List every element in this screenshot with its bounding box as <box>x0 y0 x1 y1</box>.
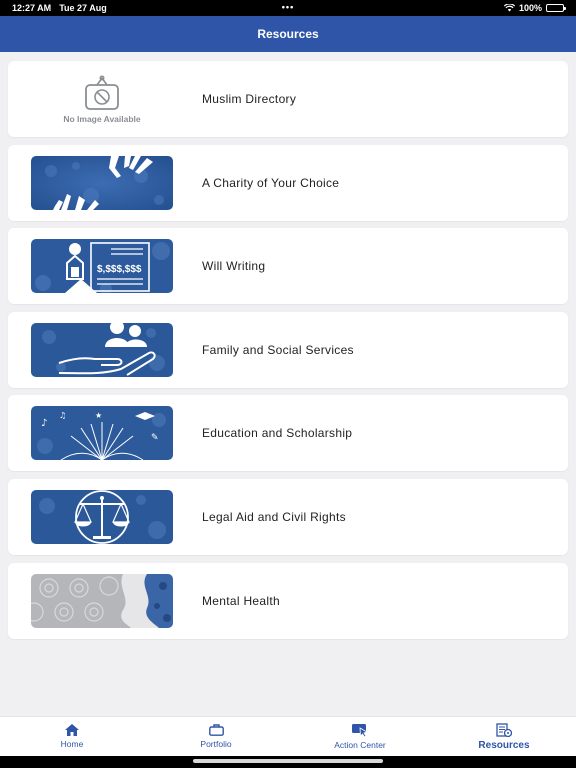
resource-card-education[interactable]: ♪ ♫ ✎ ★ Education and Scholarship <box>8 395 568 472</box>
resource-label: Mental Health <box>202 593 280 608</box>
tab-label: Resources <box>478 739 530 751</box>
multitasking-dots[interactable]: ••• <box>0 2 576 12</box>
tab-portfolio[interactable]: Portfolio <box>144 717 288 756</box>
resource-list: No Image Available Muslim Directory A Ch… <box>8 61 568 646</box>
resource-label: Muslim Directory <box>202 92 297 106</box>
no-image-placeholder: No Image Available <box>31 69 173 129</box>
svg-text:$,$$$,$$$: $,$$$,$$$ <box>97 264 142 275</box>
no-image-text: No Image Available <box>63 113 141 124</box>
resources-icon <box>496 722 512 737</box>
tab-bar: Home Portfolio Action Center Resources <box>0 716 576 756</box>
home-icon <box>65 724 79 736</box>
family-care-icon <box>31 322 173 377</box>
resource-card-mental-health[interactable]: Mental Health <box>8 562 568 639</box>
tab-resources[interactable]: Resources <box>432 717 576 756</box>
resource-label: Legal Aid and Civil Rights <box>202 509 346 524</box>
resource-card-muslim-directory[interactable]: No Image Available Muslim Directory <box>8 61 568 137</box>
tab-action-center[interactable]: Action Center <box>288 717 432 756</box>
education-book-icon: ♪ ♫ ✎ ★ <box>31 406 173 461</box>
resource-label: A Charity of Your Choice <box>202 175 340 190</box>
resource-card-family-social[interactable]: Family and Social Services <box>8 311 568 388</box>
battery-icon <box>546 4 566 12</box>
tab-home[interactable]: Home <box>0 717 144 756</box>
tab-label: Home <box>60 739 84 749</box>
resource-card-legal-aid[interactable]: Legal Aid and Civil Rights <box>8 478 568 555</box>
no-image-icon <box>85 75 119 110</box>
svg-text:★: ★ <box>95 411 102 420</box>
resource-label: Family and Social Services <box>202 342 354 357</box>
status-bar: 12:27 AM Tue 27 Aug ••• 100% <box>0 0 576 16</box>
mental-health-pattern <box>31 573 173 628</box>
home-indicator[interactable] <box>193 759 383 763</box>
will-document-icon: $,$$$,$$$ <box>31 239 173 294</box>
svg-text:♫: ♫ <box>59 411 66 420</box>
page-title: Resources <box>257 27 319 41</box>
resource-label: Education and Scholarship <box>202 426 353 441</box>
tab-label: Action Center <box>334 739 386 750</box>
resource-card-charity[interactable]: A Charity of Your Choice <box>8 144 568 221</box>
svg-text:♪: ♪ <box>41 418 47 429</box>
tab-label: Portfolio <box>200 739 232 749</box>
svg-text:✎: ✎ <box>151 433 159 443</box>
hands-icon <box>31 155 173 210</box>
resource-card-will-writing[interactable]: $,$$$,$$$ Will Writing <box>8 228 568 305</box>
action-center-icon <box>352 723 368 737</box>
briefcase-icon <box>208 724 224 736</box>
nav-bar: Resources <box>0 16 576 52</box>
resource-label: Will Writing <box>202 259 266 274</box>
scales-of-justice-icon <box>31 489 173 544</box>
